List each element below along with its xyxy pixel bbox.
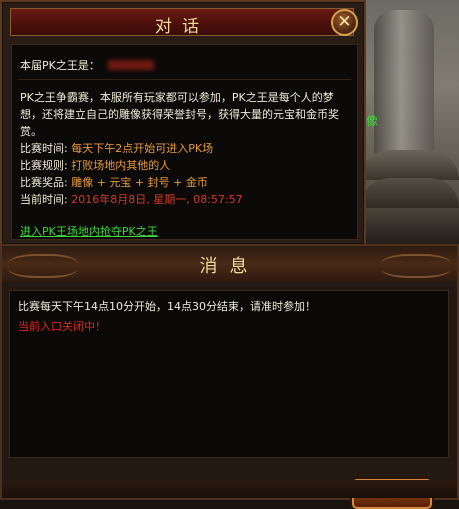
rule-label: 比赛规则: [20,159,68,172]
message-text: 比赛每天下午14点10分开始，14点30分结束，请准时参加！ [18,300,316,313]
prize-value: 雕像 + 元宝 + 封号 + 金币 [71,176,208,189]
divider [18,79,351,80]
prize-label: 比赛奖品: [20,176,68,189]
pk-king-name-blurred [107,60,154,70]
event-info: PK之王争霸赛，本服所有玩家都可以参加，PK之王是每个人的梦想，还将建立自己的雕… [20,89,355,208]
time-row: 当前时间: 2016年8月8日, 星期一, 08:57:57 [20,191,355,208]
close-icon: ✕ [337,12,352,32]
rule-row: 比赛规则: 打败场地内其他的人 [20,157,355,174]
pk-king-row: 本届PK之王是： [20,57,154,73]
statue-base [360,150,459,180]
statue-base [360,208,459,245]
background-scene: 像 [360,0,459,245]
message-content: 比赛每天下午14点10分开始，14点30分结束，请准时参加！ 当前入口关闭中！ … [9,290,449,509]
close-button[interactable]: ✕ [331,9,358,36]
time-value: 2016年8月8日, 星期一, 08:57:57 [71,193,243,206]
enter-pk-link[interactable]: 进入PK王场地内抢夺PK之王 [20,223,158,239]
pk-king-label: 本届PK之王是： [20,59,100,72]
entrance-status: 当前入口关闭中！ [18,320,106,333]
schedule-label: 比赛时间: [20,142,68,155]
dialog-content: 本届PK之王是： PK之王争霸赛，本服所有玩家都可以参加，PK之王是每个人的梦想… [11,44,358,240]
rule-value: 打败场地内其他的人 [71,159,171,172]
statue-image [374,10,434,160]
message-title-bar: 消息 [2,246,457,282]
dialog-window: 对话 ✕ 本届PK之王是： PK之王争霸赛，本服所有玩家都可以参加，PK之王是每… [0,0,366,246]
schedule-value: 每天下午2点开始可进入PK场 [71,142,214,155]
message-footer [2,480,457,498]
statue-base [360,178,459,212]
event-intro: PK之王争霸赛，本服所有玩家都可以参加，PK之王是每个人的梦想，还将建立自己的雕… [20,91,339,138]
message-window: 消息 比赛每天下午14点10分开始，14点30分结束，请准时参加！ 当前入口关闭… [0,244,459,509]
schedule-row: 比赛时间: 每天下午2点开始可进入PK场 [20,140,355,157]
dialog-title-bar: 对话 [10,8,354,37]
message-title: 消息 [199,256,260,277]
dialog-title: 对话 [155,17,209,37]
time-label: 当前时间: [20,193,68,206]
prize-row: 比赛奖品: 雕像 + 元宝 + 封号 + 金币 [20,174,355,191]
scene-tag: 像 [366,114,379,128]
